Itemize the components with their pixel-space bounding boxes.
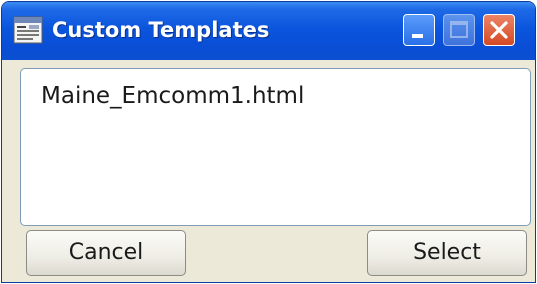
close-button[interactable] (483, 14, 515, 46)
custom-templates-dialog: Custom Templates Maine_Emcomm1.html Canc… (1, 1, 536, 283)
select-button[interactable]: Select (367, 230, 527, 276)
window-title: Custom Templates (52, 18, 270, 42)
list-item[interactable]: Maine_Emcomm1.html (41, 83, 304, 109)
close-icon (490, 21, 508, 39)
template-window-icon (13, 16, 43, 44)
minimize-icon (412, 34, 423, 38)
maximize-icon (450, 21, 468, 38)
cancel-button[interactable]: Cancel (26, 230, 186, 276)
minimize-button[interactable] (403, 14, 435, 46)
title-bar[interactable]: Custom Templates (2, 2, 535, 60)
template-list[interactable]: Maine_Emcomm1.html (20, 68, 531, 226)
maximize-button[interactable] (443, 14, 475, 46)
